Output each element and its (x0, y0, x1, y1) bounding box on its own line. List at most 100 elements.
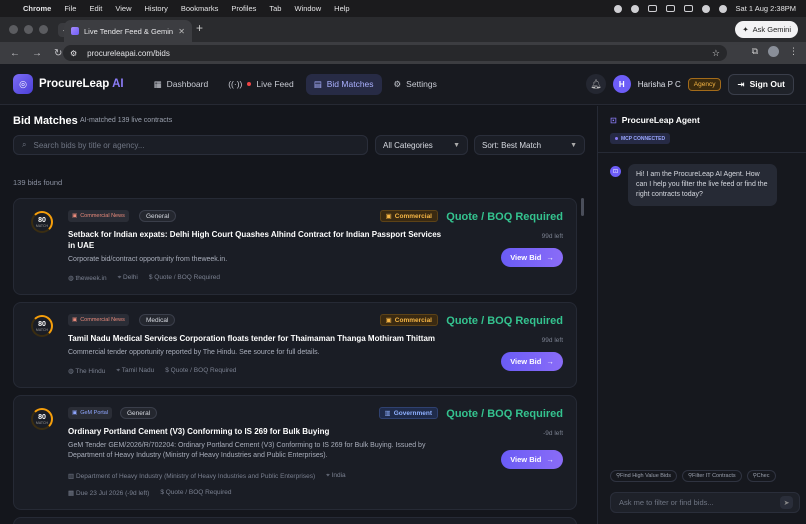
control-center-icon[interactable] (718, 4, 727, 13)
close-tab-icon[interactable]: ✕ (178, 27, 185, 36)
menu-history[interactable]: History (145, 4, 168, 13)
new-tab-icon[interactable]: + (196, 21, 203, 35)
arrow-right-icon: → (546, 253, 554, 262)
nav-settings[interactable]: ⚙ Settings (386, 74, 445, 95)
menu-window[interactable]: Window (294, 4, 321, 13)
menu-tab[interactable]: Tab (269, 4, 281, 13)
zoom-window-icon[interactable] (39, 25, 48, 34)
category-badge: General (120, 407, 158, 419)
sort-select[interactable]: Sort: Best Match ▼ (474, 135, 585, 155)
bid-title[interactable]: Ordinary Portland Cement (V3) Conforming… (68, 426, 448, 437)
bid-meta: ▥ Department of Heavy Industry (Ministry… (68, 472, 346, 480)
search-placeholder: Search bids by title or agency... (33, 140, 145, 150)
requirement-label: Quote / BOQ Required (446, 408, 563, 420)
newspaper-icon: ▣ (72, 317, 78, 323)
menu-profiles[interactable]: Profiles (231, 4, 256, 13)
bid-matches-panel: Bid Matches AI-matched 139 live contract… (0, 106, 597, 524)
broadcast-icon: ((·)) (228, 79, 243, 89)
nav-label: Dashboard (166, 79, 209, 89)
site-info-icon[interactable]: ⚙ (70, 49, 77, 58)
briefcase-icon: ▣ (385, 317, 392, 324)
gear-icon: ⚙ (393, 78, 402, 89)
ask-gemini-button[interactable]: ✦ Ask Gemini (735, 21, 798, 38)
browser-tab[interactable]: Live Tender Feed & Gemini ✕ (64, 20, 192, 42)
scrollbar[interactable] (581, 198, 584, 216)
reload-icon[interactable]: ↻ (54, 48, 62, 59)
dollar-icon: $ Quote / BOQ Required (160, 489, 232, 496)
briefcase-icon: ▣ (385, 213, 392, 220)
extensions-icon[interactable]: ⧉ (752, 46, 758, 57)
logo[interactable]: ◎ ProcureLeap AI (13, 74, 124, 94)
view-bid-button[interactable]: View Bid → (501, 352, 563, 371)
nav-bid-matches[interactable]: ▤ Bid Matches (305, 73, 382, 95)
view-bid-button[interactable]: View Bid → (501, 248, 563, 267)
search-input[interactable]: ⌕ Search bids by title or agency... (13, 135, 368, 155)
match-score: 80 MATCH (31, 315, 53, 337)
type-badge: ▣ Commercial (379, 210, 438, 222)
browser-tab-strip: ⌄ Live Tender Feed & Gemini ✕ + ✦ Ask Ge… (0, 17, 806, 42)
bid-card[interactable] (13, 517, 577, 524)
menu-view[interactable]: View (115, 4, 131, 13)
location-icon: ⌖ India (326, 472, 346, 479)
building-icon: ▥ (384, 410, 391, 417)
close-window-icon[interactable] (9, 25, 18, 34)
forward-icon[interactable]: → (32, 48, 42, 59)
chevron-down-icon: ▼ (570, 141, 577, 149)
more-icon[interactable]: ⋮ (789, 46, 798, 57)
bid-card[interactable]: 80 MATCH ▣ Commercial News General ▣ Com… (13, 198, 577, 295)
menu-edit[interactable]: Edit (89, 4, 102, 13)
battery-icon[interactable] (683, 5, 693, 12)
bookmark-star-icon[interactable]: ☆ (712, 48, 727, 59)
minimize-window-icon[interactable] (24, 25, 33, 34)
logo-suffix: AI (112, 78, 124, 90)
url-bar[interactable]: ⚙ procureleapai.com/bids ☆ (63, 45, 727, 61)
view-bid-button[interactable]: View Bid → (501, 450, 563, 469)
avatar[interactable]: H (612, 75, 631, 93)
bid-title[interactable]: Setback for Indian expats: Delhi High Co… (68, 229, 448, 251)
category-select[interactable]: All Categories ▼ (375, 135, 468, 155)
status-dot (615, 137, 618, 140)
status-icon[interactable] (613, 4, 622, 13)
sign-out-label: Sign Out (749, 79, 785, 89)
menu-chrome[interactable]: Chrome (23, 4, 51, 13)
calendar-icon: ▦ Due 23 Jul 2026 (-9d left) (68, 490, 150, 497)
status-icon[interactable] (647, 5, 657, 12)
logo-name: ProcureLeap (39, 78, 110, 90)
search-icon[interactable] (701, 4, 710, 13)
type-badge: ▥ Government (378, 407, 438, 419)
bid-description: GeM Tender GEM/2026/R/702204: Ordinary P… (68, 442, 426, 459)
logo-icon: ◎ (13, 74, 33, 94)
page-subtitle: AI-matched 139 live contracts (80, 117, 173, 124)
menu-bookmarks[interactable]: Bookmarks (181, 4, 219, 13)
profile-avatar[interactable] (768, 46, 779, 57)
match-score: 80 MATCH (31, 408, 53, 430)
clock[interactable]: Sat 1 Aug 2:38PM (736, 4, 796, 13)
menu-file[interactable]: File (64, 4, 76, 13)
nav-label: Live Feed (256, 79, 294, 89)
wifi-icon[interactable] (665, 5, 675, 12)
suggestion-chip[interactable]: ⚲ Filter IT Contracts (681, 470, 742, 482)
dollar-icon: $ Quote / BOQ Required (165, 367, 237, 374)
chat-placeholder: Ask me to filter or find bids... (619, 498, 714, 507)
suggestion-chip[interactable]: ⚲ Chec (746, 470, 776, 482)
screen: Chrome File Edit View History Bookmarks … (0, 0, 806, 524)
menu-help[interactable]: Help (334, 4, 349, 13)
chat-input[interactable]: Ask me to filter or find bids... ➤ (610, 492, 800, 513)
send-icon[interactable]: ➤ (780, 496, 793, 509)
bid-card[interactable]: 80 MATCH ▣ Commercial News Medical ▣ Com… (13, 302, 577, 388)
location-icon: ⌖ Delhi (117, 274, 138, 281)
suggestion-chip[interactable]: ⚲ Find High Value Bids (610, 470, 677, 482)
bid-meta-due: ▦ Due 23 Jul 2026 (-9d left) $ Quote / B… (68, 489, 232, 497)
category-value: All Categories (383, 140, 433, 150)
status-icon[interactable] (630, 4, 639, 13)
dollar-icon: $ Quote / BOQ Required (148, 274, 221, 281)
sign-out-button[interactable]: ⇥ Sign Out (728, 73, 794, 95)
back-icon[interactable]: ← (10, 48, 20, 59)
bell-icon[interactable]: 🔔︎ (585, 74, 606, 94)
nav-live-feed[interactable]: ((·)) Live Feed (220, 74, 302, 95)
app-header: ◎ ProcureLeap AI ▦ Dashboard ((·)) Live … (0, 64, 806, 105)
nav-dashboard[interactable]: ▦ Dashboard (146, 74, 217, 95)
bid-card[interactable]: 80 MATCH ▣ GeM Portal General ▥ Governme… (13, 395, 577, 510)
bid-title[interactable]: Tamil Nadu Medical Services Corporation … (68, 333, 458, 344)
tab-title: Live Tender Feed & Gemini (84, 26, 174, 36)
